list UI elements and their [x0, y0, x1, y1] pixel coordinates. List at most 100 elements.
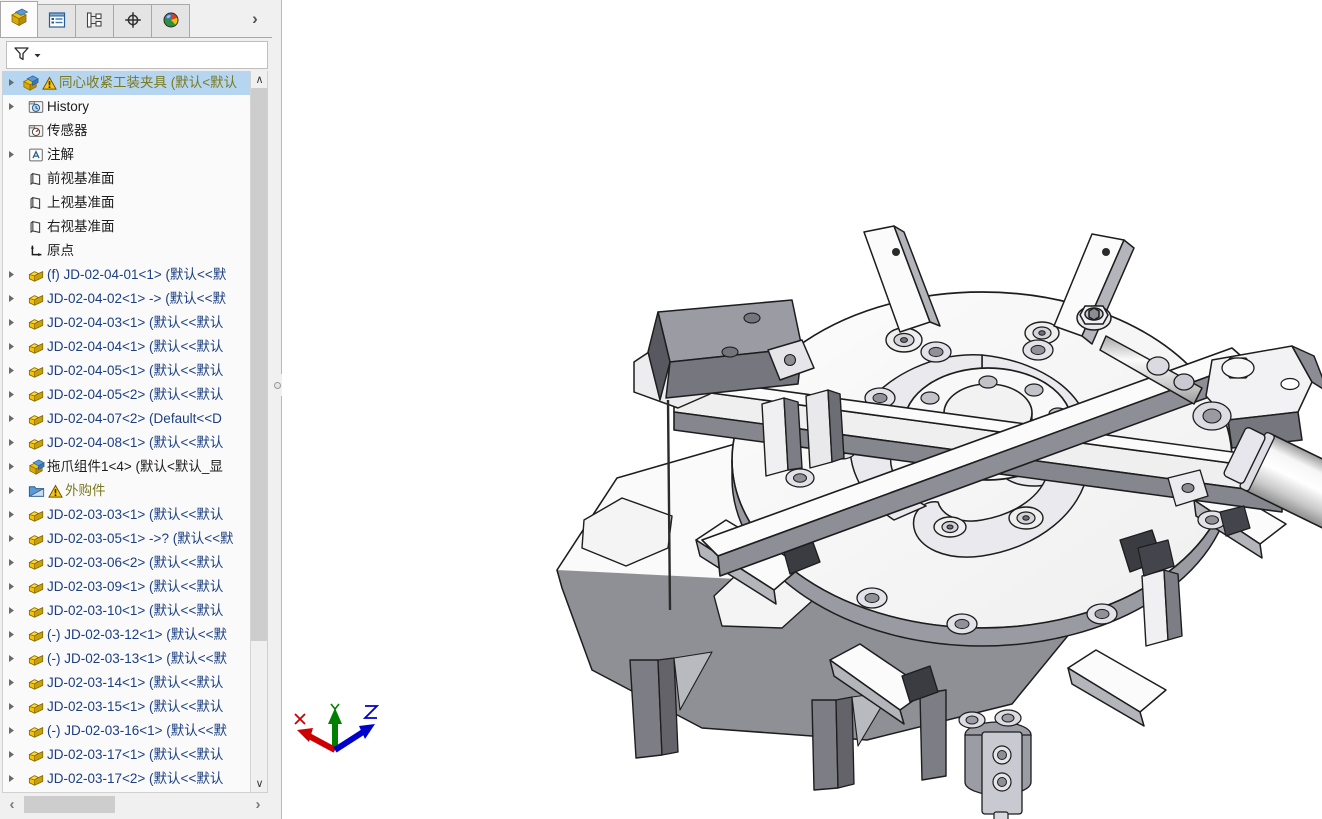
tree-item-part[interactable]: JD-02-04-04<1> (默认<<默认	[3, 335, 251, 359]
tree-item-part[interactable]: JD-02-03-17<1> (默认<<默认	[3, 743, 251, 767]
tree-item-sensors[interactable]: 传感器	[3, 119, 251, 143]
solidworks-window: › 同心收紧工装夹具 (默认<默认 History 传感器 注解 前视基准面 上…	[0, 0, 1322, 819]
tree-item-label: (-) JD-02-03-16<1> (默认<<默	[47, 723, 228, 738]
expand-arrow-icon[interactable]	[3, 702, 19, 713]
expand-arrow-icon[interactable]	[3, 150, 19, 161]
tree-item-label: JD-02-03-15<1> (默认<<默认	[47, 699, 224, 714]
design-tree[interactable]: 同心收紧工装夹具 (默认<默认 History 传感器 注解 前视基准面 上视基…	[3, 71, 251, 792]
horizontal-scroll-track[interactable]	[22, 795, 248, 814]
tree-item-part[interactable]: JD-02-03-15<1> (默认<<默认	[3, 695, 251, 719]
configuration-manager-tab[interactable]	[76, 4, 114, 37]
tree-item-front-plane[interactable]: 前视基准面	[3, 167, 251, 191]
expand-arrow-icon[interactable]	[3, 510, 19, 521]
expand-arrow-icon[interactable]	[3, 342, 19, 353]
horizontal-scroll-thumb[interactable]	[24, 796, 115, 813]
tree-filter-bar[interactable]	[6, 41, 268, 69]
expand-arrow-icon[interactable]	[3, 558, 19, 569]
tree-item-label: JD-02-04-08<1> (默认<<默认	[47, 435, 224, 450]
tree-item-annotations[interactable]: 注解	[3, 143, 251, 167]
expand-arrow-icon[interactable]	[3, 774, 19, 785]
scroll-up-button[interactable]: ∧	[251, 71, 267, 88]
tree-item-history[interactable]: History	[3, 95, 251, 119]
tree-item-label: JD-02-03-05<1> ->? (默认<<默	[47, 531, 234, 546]
expand-arrow-icon[interactable]	[3, 726, 19, 737]
tree-horizontal-scrollbar[interactable]: ‹ ›	[2, 794, 268, 815]
part-icon	[25, 529, 47, 549]
tree-vertical-scrollbar[interactable]: ∧ ∨	[250, 71, 267, 792]
tab-overflow-button[interactable]: ›	[238, 0, 272, 37]
plane-icon	[25, 217, 47, 237]
tree-item-part[interactable]: JD-02-03-05<1> ->? (默认<<默	[3, 527, 251, 551]
tree-item-part[interactable]: JD-02-03-09<1> (默认<<默认	[3, 575, 251, 599]
tree-item-label: (f) JD-02-04-01<1> (默认<<默	[47, 267, 227, 282]
expand-arrow-icon[interactable]	[3, 318, 19, 329]
part-icon	[25, 505, 47, 525]
expand-arrow-icon[interactable]	[3, 438, 19, 449]
vertical-scroll-thumb[interactable]	[251, 88, 267, 641]
expand-arrow-icon[interactable]	[3, 462, 19, 473]
filter-funnel-icon	[12, 44, 31, 66]
tree-item-label: 右视基准面	[47, 219, 115, 234]
part-icon	[25, 625, 47, 645]
tree-item-label: JD-02-04-02<1> -> (默认<<默	[47, 291, 226, 306]
splitter-grip[interactable]	[274, 382, 281, 389]
expand-arrow-icon[interactable]	[3, 390, 19, 401]
chevron-down-icon[interactable]	[33, 48, 42, 63]
expand-arrow-icon[interactable]	[3, 630, 19, 641]
expand-arrow-icon[interactable]	[3, 534, 19, 545]
dimxpert-manager-tab[interactable]	[114, 4, 152, 37]
display-manager-tab[interactable]	[152, 4, 190, 37]
property-list-icon	[47, 10, 67, 33]
tree-item-part[interactable]: (-) JD-02-03-13<1> (默认<<默	[3, 647, 251, 671]
expand-arrow-icon[interactable]	[3, 102, 19, 113]
tree-item-part[interactable]: JD-02-04-02<1> -> (默认<<默	[3, 287, 251, 311]
scroll-down-button[interactable]: ∨	[251, 775, 267, 792]
tree-item-part[interactable]: JD-02-04-03<1> (默认<<默认	[3, 311, 251, 335]
coordinate-triad	[287, 692, 383, 764]
tree-item-part[interactable]: (-) JD-02-03-16<1> (默认<<默	[3, 719, 251, 743]
tree-item-part[interactable]: JD-02-03-10<1> (默认<<默认	[3, 599, 251, 623]
expand-arrow-icon[interactable]	[3, 486, 19, 497]
tree-item-origin[interactable]: 原点	[3, 239, 251, 263]
tree-item-label: (-) JD-02-03-12<1> (默认<<默	[47, 627, 228, 642]
tree-item-right-plane[interactable]: 右视基准面	[3, 215, 251, 239]
tree-item-part[interactable]: JD-02-04-05<2> (默认<<默认	[3, 383, 251, 407]
expand-arrow-icon[interactable]	[3, 750, 19, 761]
tree-item-part[interactable]: JD-02-04-05<1> (默认<<默认	[3, 359, 251, 383]
part-icon	[25, 313, 47, 333]
scroll-right-button[interactable]: ›	[248, 795, 268, 815]
scroll-left-button[interactable]: ‹	[2, 795, 22, 815]
tree-item-label: 同心收紧工装夹具 (默认<默认	[59, 75, 238, 90]
tree-item-part[interactable]: JD-02-03-14<1> (默认<<默认	[3, 671, 251, 695]
tree-item-part[interactable]: JD-02-03-17<2> (默认<<默认	[3, 767, 251, 791]
expand-arrow-icon[interactable]	[3, 414, 19, 425]
tree-item-label: JD-02-04-04<1> (默认<<默认	[47, 339, 224, 354]
tree-item-top-plane[interactable]: 上视基准面	[3, 191, 251, 215]
expand-arrow-icon[interactable]	[3, 678, 19, 689]
tree-root-assembly[interactable]: 同心收紧工装夹具 (默认<默认	[3, 71, 251, 95]
feature-manager-tab[interactable]	[0, 1, 38, 37]
tree-item-part[interactable]: JD-02-04-08<1> (默认<<默认	[3, 431, 251, 455]
tree-item-part[interactable]: JD-02-04-07<2> (Default<<D	[3, 407, 251, 431]
tree-item-part[interactable]: JD-02-03-03<1> (默认<<默认	[3, 503, 251, 527]
tree-item-part[interactable]: (-) JD-02-03-12<1> (默认<<默	[3, 623, 251, 647]
expand-arrow-icon[interactable]	[3, 294, 19, 305]
expand-arrow-icon[interactable]	[3, 582, 19, 593]
tree-item-subassembly[interactable]: 拖爪组件1<4> (默认<默认_显	[3, 455, 251, 479]
expand-arrow-icon[interactable]	[3, 366, 19, 377]
tree-item-part[interactable]: JD-02-03-06<2> (默认<<默认	[3, 551, 251, 575]
part-icon	[25, 769, 47, 789]
property-manager-tab[interactable]	[38, 4, 76, 37]
tree-item-label: 拖爪组件1<4> (默认<默认_显	[47, 459, 223, 474]
expand-arrow-icon[interactable]	[3, 78, 19, 89]
part-icon	[25, 601, 47, 621]
tree-item-folder[interactable]: 外购件	[3, 479, 251, 503]
tree-item-label: JD-02-03-10<1> (默认<<默认	[47, 603, 224, 618]
graphics-viewport[interactable]	[282, 0, 1322, 819]
expand-arrow-icon[interactable]	[3, 606, 19, 617]
tree-item-label: JD-02-04-05<2> (默认<<默认	[47, 387, 224, 402]
expand-arrow-icon[interactable]	[3, 270, 19, 281]
panel-splitter[interactable]	[272, 0, 282, 819]
expand-arrow-icon[interactable]	[3, 654, 19, 665]
tree-item-part[interactable]: (f) JD-02-04-01<1> (默认<<默	[3, 263, 251, 287]
